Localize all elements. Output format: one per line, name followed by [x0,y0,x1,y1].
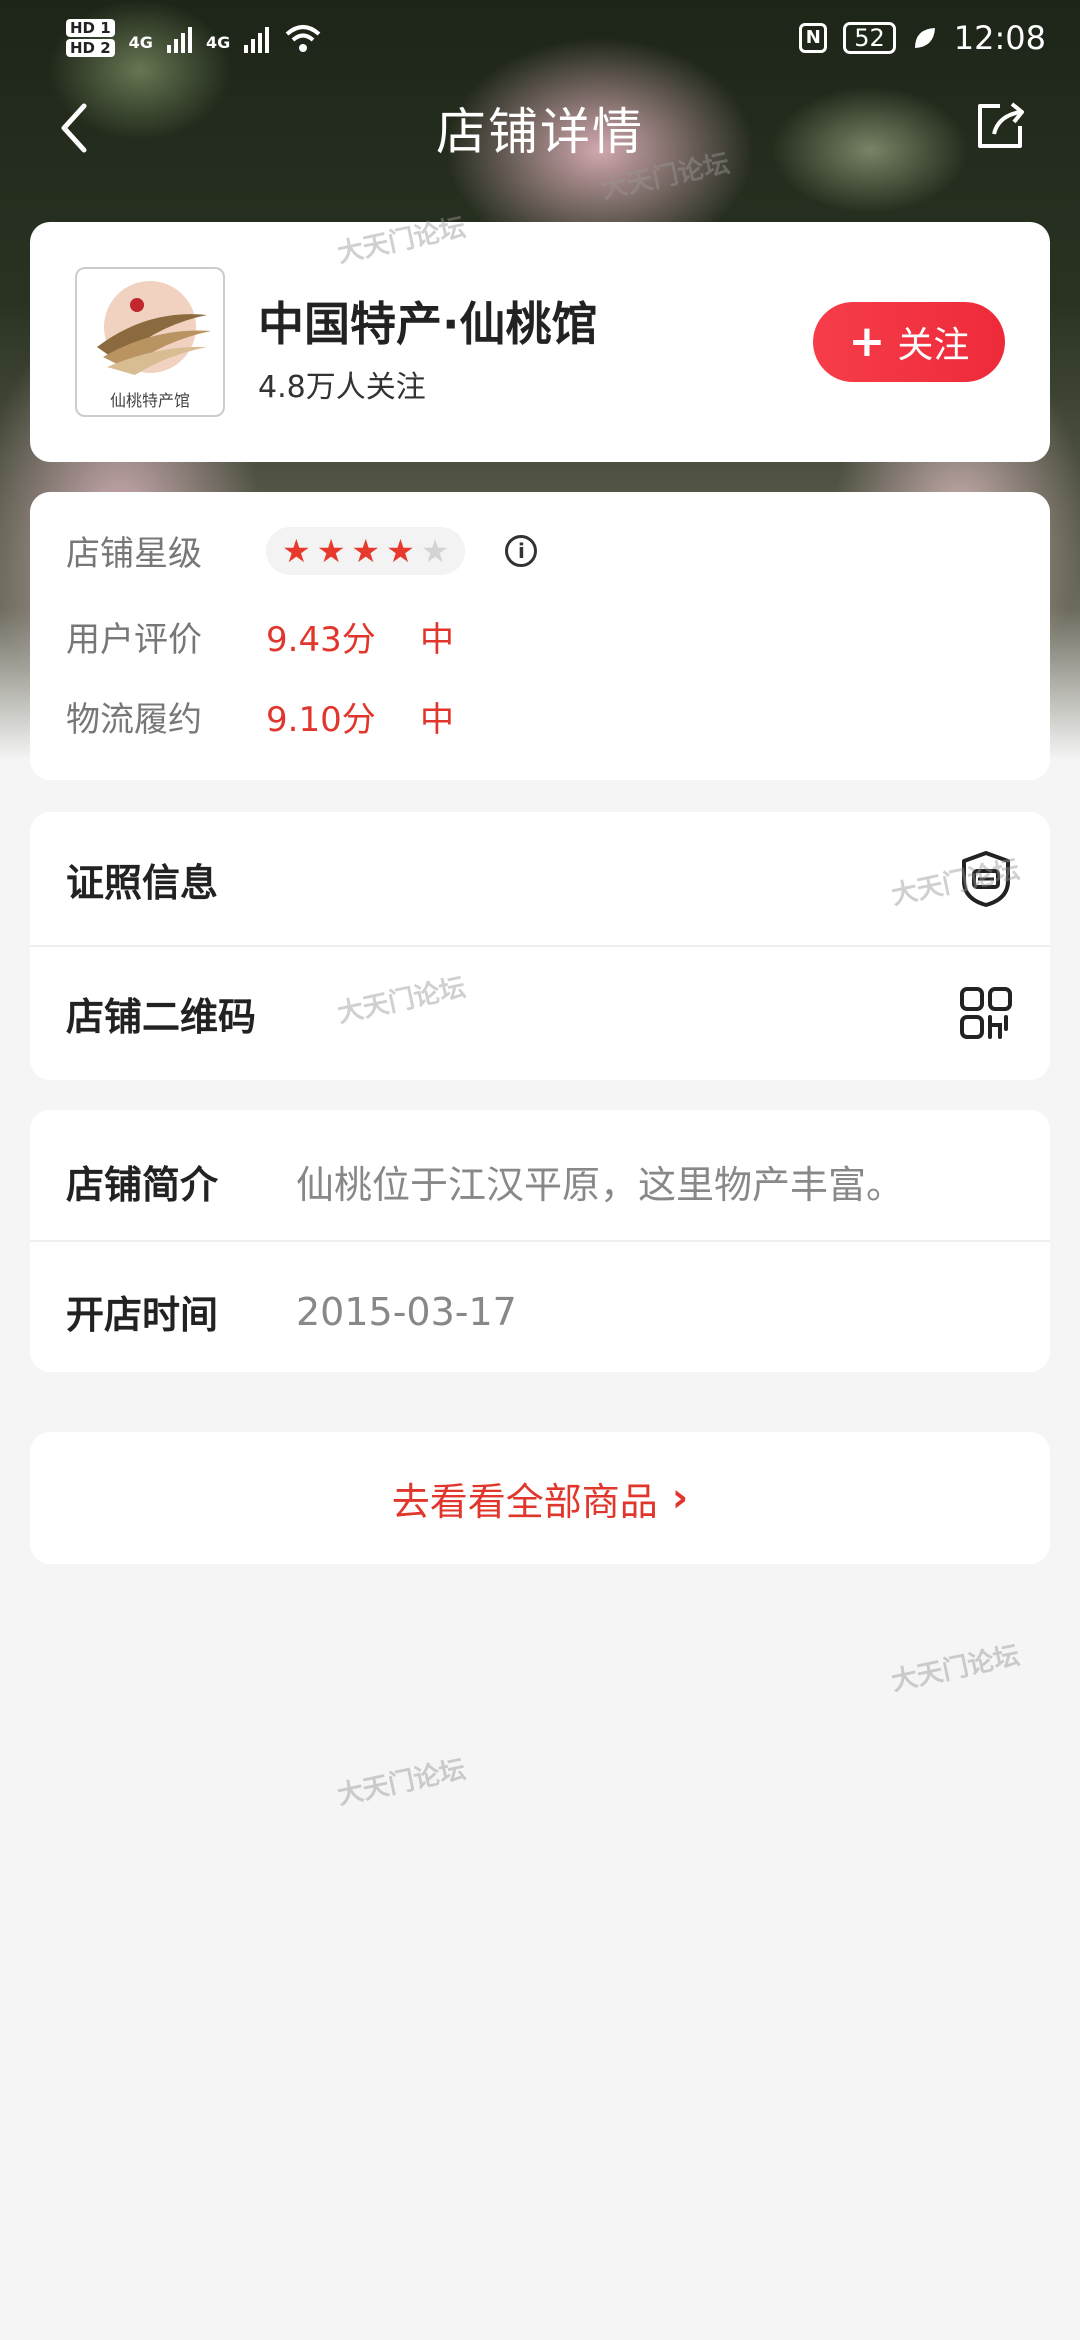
hd1-badge: HD 1 [66,19,115,37]
license-card: 证照信息 店铺二维码 [30,812,1050,1080]
star-empty-icon: ★ [420,531,450,570]
chevron-right-icon: › [671,1475,689,1521]
divider [30,1240,1050,1242]
shop-qr-row[interactable]: 店铺二维码 [30,946,1050,1080]
back-chevron-icon[interactable] [50,98,100,158]
shop-intro-row: 店铺简介 仙桃位于江汉平原，这里物产丰富。 [66,1154,904,1209]
shop-intro-value: 仙桃位于江汉平原，这里物产丰富。 [296,1163,905,1207]
wifi-icon [285,25,321,52]
info-icon[interactable]: i [505,534,538,567]
nav-bar: 店铺详情 [0,76,1080,180]
rating-card: 店铺星级 ★ ★ ★ ★ ★ i 用户评价 9.43分 中 物流履约 9.10分 中 [30,492,1050,780]
qr-code-icon [960,987,1012,1039]
logistics-rating-row: 物流履约 9.10分 中 [66,692,454,741]
signal-2-icon [244,23,270,53]
star-level-label: 店铺星级 [66,534,202,574]
logistics-rating-level: 中 [420,700,454,740]
star-level-row: 店铺星级 ★ ★ ★ ★ ★ i [66,526,538,575]
hd-indicator: HD 1 HD 2 [66,19,115,57]
view-all-goods-link[interactable]: 去看看全部商品 › [392,1471,689,1526]
user-rating-row: 用户评价 9.43分 中 [66,612,454,661]
open-date-row: 开店时间 2015-03-17 [66,1284,517,1339]
status-left: HD 1 HD 2 4G 4G [66,19,323,57]
follow-button[interactable]: + 关注 [813,302,1005,382]
nfc-icon: N [799,23,828,53]
signal-1-icon [166,23,192,53]
logistics-rating-score: 9.10分 [266,700,376,740]
user-rating-level: 中 [420,620,454,660]
follower-count: 4.8万人关注 [258,370,426,405]
star-filled-icon: ★ [351,531,381,570]
battery-icon: 52 [843,22,896,54]
plus-icon: + [848,316,886,367]
user-rating-label: 用户评价 [66,620,202,660]
shop-name: 中国特产·仙桃馆 [258,297,598,351]
network-type-1: 4G [128,33,153,52]
leaf-icon [914,28,935,48]
intro-card: 店铺简介 仙桃位于江汉平原，这里物产丰富。 开店时间 2015-03-17 [30,1110,1050,1372]
share-icon[interactable] [970,96,1030,156]
star-filled-icon: ★ [282,531,311,570]
hd2-badge: HD 2 [66,39,115,57]
status-bar: HD 1 HD 2 4G 4G N 52 12:08 [0,0,1080,76]
shop-logo-caption: 仙桃特产馆 [109,391,190,410]
open-date-label: 开店时间 [66,1293,219,1337]
network-type-2: 4G [205,33,231,52]
status-right: N 52 12:08 [799,19,1046,57]
logistics-rating-label: 物流履约 [66,700,202,740]
page-title: 店铺详情 [436,103,644,161]
license-info-label: 证照信息 [66,860,219,905]
clock: 12:08 [953,19,1046,57]
user-rating-score: 9.43分 [266,620,376,660]
watermark: 大天门论坛 [334,1754,469,1812]
star-filled-icon: ★ [316,531,346,570]
star-rating: ★ ★ ★ ★ ★ [266,526,466,575]
follow-button-label: 关注 [897,325,970,366]
shop-qr-label: 店铺二维码 [66,994,257,1039]
shop-card: 仙桃特产馆 中国特产·仙桃馆 4.8万人关注 + 关注 [30,222,1050,462]
watermark: 大天门论坛 [888,1640,1023,1698]
view-all-goods-label: 去看看全部商品 [391,1479,658,1524]
shop-intro-label: 店铺简介 [66,1163,219,1207]
all-goods-card[interactable]: 去看看全部商品 › [30,1432,1050,1564]
open-date-value: 2015-03-17 [296,1289,517,1334]
star-filled-icon: ★ [386,531,415,570]
shop-logo: 仙桃特产馆 [75,267,225,417]
